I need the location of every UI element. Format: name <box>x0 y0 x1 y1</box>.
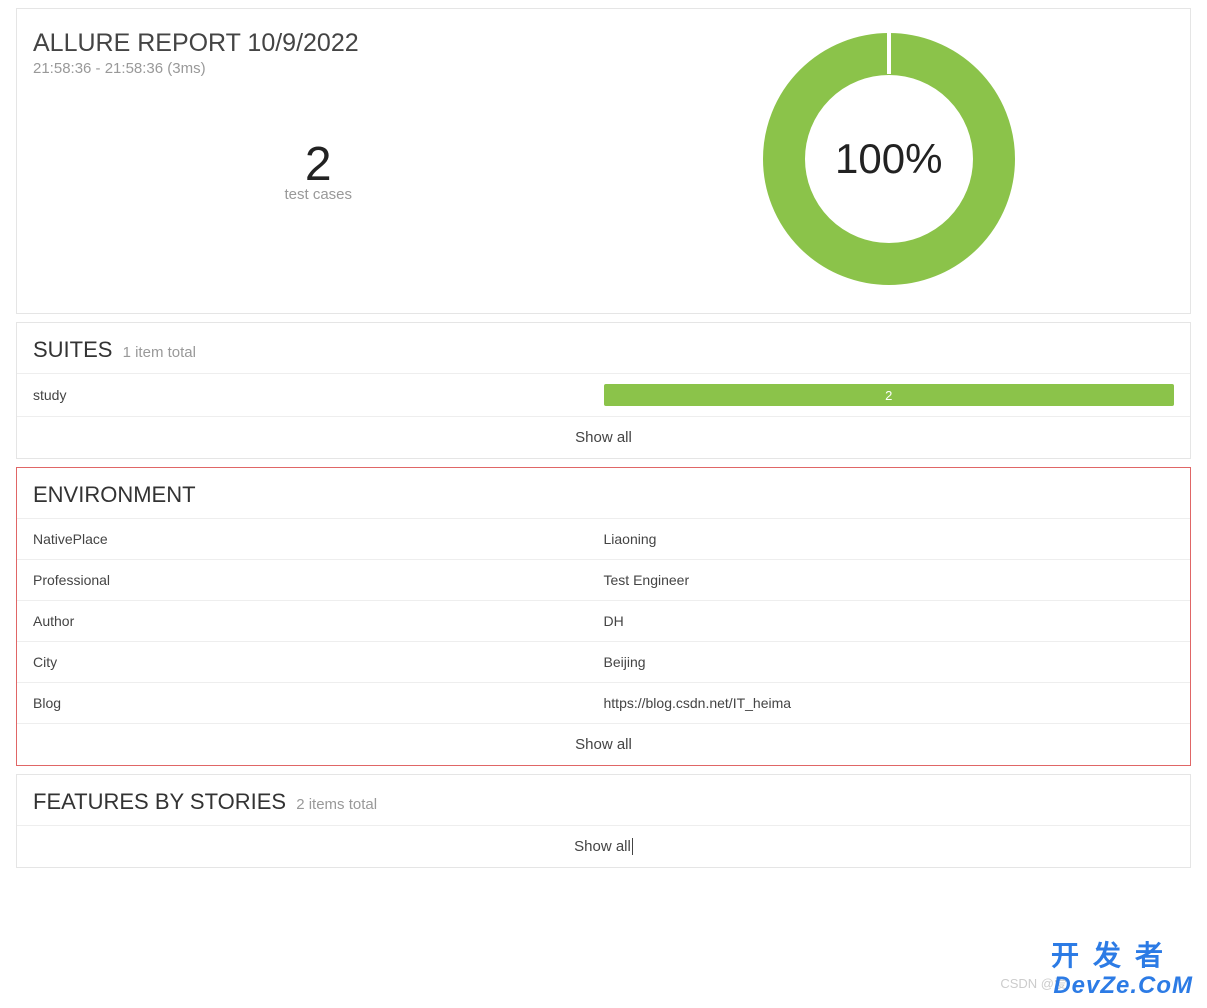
environment-header: ENVIRONMENT <box>17 468 1190 518</box>
env-row[interactable]: NativePlace Liaoning <box>17 518 1190 559</box>
features-subtitle: 2 items total <box>296 796 377 813</box>
env-row[interactable]: Professional Test Engineer <box>17 559 1190 600</box>
suites-subtitle: 1 item total <box>123 344 196 361</box>
watermark-en: DevZe.CoM <box>1053 972 1193 1000</box>
suites-show-all-link[interactable]: Show all <box>17 416 1190 458</box>
features-show-all-link[interactable]: Show all <box>17 825 1190 867</box>
suite-bar-wrapper: 2 <box>604 384 1175 406</box>
features-title: FEATURES BY STORIES <box>33 789 286 814</box>
environment-card: ENVIRONMENT NativePlace Liaoning Profess… <box>16 467 1191 766</box>
env-row[interactable]: City Beijing <box>17 641 1190 682</box>
summary-card: ALLURE REPORT 10/9/2022 21:58:36 - 21:58… <box>16 8 1191 314</box>
env-key: NativePlace <box>33 531 604 547</box>
suites-card: SUITES 1 item total study 2 Show all <box>16 322 1191 459</box>
env-value: Beijing <box>604 654 1175 670</box>
pass-rate-donut: 100% <box>759 29 1019 289</box>
report-title: ALLURE REPORT 10/9/2022 <box>33 29 604 58</box>
env-key: Professional <box>33 572 604 588</box>
environment-title: ENVIRONMENT <box>33 482 196 507</box>
suite-name: study <box>33 387 604 403</box>
env-key: Author <box>33 613 604 629</box>
env-row[interactable]: Author DH <box>17 600 1190 641</box>
env-row[interactable]: Blog https://blog.csdn.net/IT_heima <box>17 682 1190 723</box>
env-key: City <box>33 654 604 670</box>
env-value: Liaoning <box>604 531 1175 547</box>
suite-row[interactable]: study 2 <box>17 373 1190 416</box>
summary-right: 100% <box>604 29 1175 289</box>
donut-center-text: 100% <box>835 135 942 183</box>
suite-bar-count: 2 <box>885 388 892 403</box>
suites-header: SUITES 1 item total <box>17 323 1190 373</box>
test-count-number: 2 <box>33 137 604 192</box>
environment-show-all-link[interactable]: Show all <box>17 723 1190 765</box>
watermark-cn: 开发者 <box>1051 934 1177 974</box>
env-key: Blog <box>33 695 604 711</box>
test-count-block: 2 test cases <box>33 137 604 203</box>
suites-title: SUITES <box>33 337 112 362</box>
summary-left: ALLURE REPORT 10/9/2022 21:58:36 - 21:58… <box>33 29 604 289</box>
test-count-label: test cases <box>33 186 604 203</box>
environment-table: NativePlace Liaoning Professional Test E… <box>17 518 1190 723</box>
env-value: DH <box>604 613 1175 629</box>
suite-bar: 2 <box>604 384 1175 406</box>
features-card: FEATURES BY STORIES 2 items total Show a… <box>16 774 1191 868</box>
features-show-all-text: Show all <box>574 838 633 855</box>
env-value: Test Engineer <box>604 572 1175 588</box>
report-subtitle: 21:58:36 - 21:58:36 (3ms) <box>33 60 604 77</box>
features-header: FEATURES BY STORIES 2 items total <box>17 775 1190 825</box>
env-value: https://blog.csdn.net/IT_heima <box>604 695 1175 711</box>
